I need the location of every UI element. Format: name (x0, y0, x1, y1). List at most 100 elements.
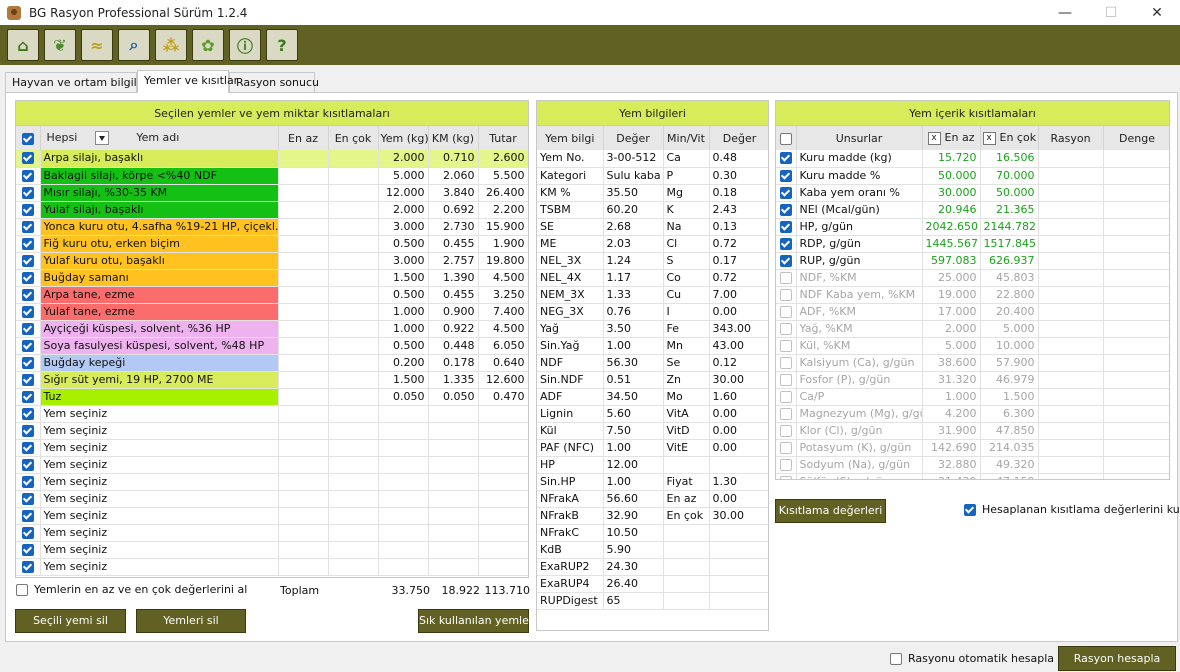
grain-icon[interactable]: ⁂ (155, 29, 187, 61)
feed-name-cell[interactable]: Yem seçiniz (40, 558, 279, 576)
feed-row[interactable]: Arpa tane, ezme 0.500 0.455 3.250 (16, 286, 528, 304)
constraint-max-cell[interactable]: 5.000 (980, 320, 1039, 338)
feed-row-checkbox[interactable] (21, 203, 34, 216)
feed-name-cell[interactable]: Buğday kepeği (40, 354, 279, 372)
feed-name-cell[interactable]: Arpa silajı, başaklı (40, 150, 279, 168)
feed-row[interactable]: Soya fasulyesi küspesi, solvent, %48 HP 0… (16, 337, 528, 355)
feed-row-checkbox[interactable] (21, 526, 34, 539)
feed-kg-cell[interactable] (378, 456, 429, 474)
constraint-checkbox[interactable] (779, 441, 792, 454)
constraints-select-all-checkbox[interactable] (779, 132, 792, 145)
constraint-max-cell[interactable]: 45.803 (980, 269, 1039, 287)
feed-row[interactable]: Yem seçiniz (16, 405, 528, 423)
constraint-row[interactable]: NDF Kaba yem, %KM 19.000 22.800 (776, 286, 1169, 304)
home-icon[interactable]: ⌂ (7, 29, 39, 61)
constraint-checkbox[interactable] (779, 458, 792, 471)
feed-row[interactable]: Baklagil silajı, körpe <%40 NDF 5.000 2.06… (16, 167, 528, 185)
feed-kg-cell[interactable] (378, 507, 429, 525)
constraint-min-cell[interactable]: 31.439 (922, 473, 981, 479)
constraint-row[interactable]: Sodyum (Na), g/gün 32.880 49.320 (776, 456, 1169, 474)
feed-row[interactable]: Yem seçiniz (16, 439, 528, 457)
feed-max-cell[interactable] (328, 456, 379, 474)
constraint-row[interactable]: HP, g/gün 2042.650 2144.782 (776, 218, 1169, 236)
feed-kg-cell[interactable]: 0.200 (378, 354, 429, 372)
constraint-checkbox[interactable] (779, 373, 792, 386)
feed-max-cell[interactable] (328, 490, 379, 508)
feed-name-cell[interactable]: Yem seçiniz (40, 524, 279, 542)
help-icon[interactable]: ? (266, 29, 298, 61)
select-all-checkbox[interactable] (21, 132, 34, 145)
constraint-max-cell[interactable]: 22.800 (980, 286, 1039, 304)
feed-name-cell[interactable]: Tuz (40, 388, 279, 406)
feed-min-cell[interactable] (278, 269, 329, 287)
feed-max-cell[interactable] (328, 541, 379, 559)
feed-max-cell[interactable] (328, 320, 379, 338)
constraint-checkbox[interactable] (779, 203, 792, 216)
feed-kg-cell[interactable]: 1.000 (378, 303, 429, 321)
use-min-max-toggle[interactable]: Yemlerin en az ve en çok değerlerini al (16, 583, 247, 596)
feed-name-cell[interactable]: Yulaf kuru otu, başaklı (40, 252, 279, 270)
feed-min-cell[interactable] (278, 422, 329, 440)
constraint-checkbox[interactable] (779, 356, 792, 369)
feed-name-cell[interactable]: Yem seçiniz (40, 473, 279, 491)
feed-name-cell[interactable]: Sığır süt yemi, 19 HP, 2700 ME (40, 371, 279, 389)
feed-name-cell[interactable]: Yulaf silajı, başaklı (40, 201, 279, 219)
constraint-row[interactable]: Kuru madde % 50.000 70.000 (776, 167, 1169, 185)
feed-name-cell[interactable]: Yem seçiniz (40, 541, 279, 559)
feed-name-cell[interactable]: Yem seçiniz (40, 422, 279, 440)
feed-max-cell[interactable] (328, 286, 379, 304)
constraint-row[interactable]: Klor (Cl), g/gün 31.900 47.850 (776, 422, 1169, 440)
frequent-feeds-button[interactable]: Sık kullanılan yemler (418, 609, 533, 633)
constraint-row[interactable]: Kalsiyum (Ca), g/gün 38.600 57.900 (776, 354, 1169, 372)
feed-row[interactable]: Yem seçiniz (16, 473, 528, 491)
feed-row-checkbox[interactable] (21, 441, 34, 454)
use-calculated-constraints-checkbox[interactable] (964, 503, 976, 516)
constraint-max-cell[interactable]: 50.000 (980, 184, 1039, 202)
feed-row-checkbox[interactable] (21, 254, 34, 267)
auto-calc-checkbox[interactable] (890, 652, 902, 665)
constraint-min-cell[interactable]: 597.083 (922, 252, 981, 270)
feed-max-cell[interactable] (328, 303, 379, 321)
feed-kg-cell[interactable]: 3.000 (378, 252, 429, 270)
constraint-max-cell[interactable]: 10.000 (980, 337, 1039, 355)
constraint-row[interactable]: NEl (Mcal/gün) 20.946 21.365 (776, 201, 1169, 219)
constraint-max-cell[interactable]: 214.035 (980, 439, 1039, 457)
feed-min-cell[interactable] (278, 286, 329, 304)
constraint-max-cell[interactable]: 16.506 (980, 150, 1039, 168)
feed-row-checkbox[interactable] (21, 322, 34, 335)
constraint-row[interactable]: Sülfür (S), g/gün31.43947.159 (776, 473, 1169, 479)
feed-row-checkbox[interactable] (21, 271, 34, 284)
constraint-row[interactable]: NDF, %KM 25.000 45.803 (776, 269, 1169, 287)
feed-min-cell[interactable] (278, 184, 329, 202)
feed-min-cell[interactable] (278, 303, 329, 321)
constraint-min-cell[interactable]: 4.200 (922, 405, 981, 423)
constraint-min-cell[interactable]: 32.880 (922, 456, 981, 474)
constraint-row[interactable]: Ca/P 1.000 1.500 (776, 388, 1169, 406)
feed-row-checkbox[interactable] (21, 356, 34, 369)
feed-row[interactable]: Buğday samanı 1.500 1.390 4.500 (16, 269, 528, 287)
delete-feeds-button[interactable]: Yemleri sil (136, 609, 246, 633)
feed-row[interactable]: Yem seçiniz (16, 456, 528, 474)
feed-row-checkbox[interactable] (21, 475, 34, 488)
constraint-max-cell[interactable]: 47.850 (980, 422, 1039, 440)
feed-min-cell[interactable] (278, 320, 329, 338)
feed-max-cell[interactable] (328, 252, 379, 270)
feed-row-checkbox[interactable] (21, 288, 34, 301)
feed-name-cell[interactable]: Yulaf tane, ezme (40, 303, 279, 321)
feed-name-cell[interactable]: Mısır silajı, %30-35 KM (40, 184, 279, 202)
constraint-min-cell[interactable]: 15.720 (922, 150, 981, 168)
feed-row-checkbox[interactable] (21, 186, 34, 199)
feed-min-cell[interactable] (278, 558, 329, 576)
feed-row-checkbox[interactable] (21, 169, 34, 182)
feed-kg-cell[interactable] (378, 422, 429, 440)
feed-row-checkbox[interactable] (21, 373, 34, 386)
feed-max-cell[interactable] (328, 167, 379, 185)
feed-kg-cell[interactable] (378, 490, 429, 508)
feed-max-cell[interactable] (328, 371, 379, 389)
feed-max-cell[interactable] (328, 558, 379, 576)
feed-kg-cell[interactable] (378, 439, 429, 457)
constraint-min-cell[interactable]: 31.900 (922, 422, 981, 440)
feed-min-cell[interactable] (278, 252, 329, 270)
constraint-min-cell[interactable]: 2.000 (922, 320, 981, 338)
calculate-ration-button[interactable]: Rasyon hesapla (1058, 646, 1176, 671)
